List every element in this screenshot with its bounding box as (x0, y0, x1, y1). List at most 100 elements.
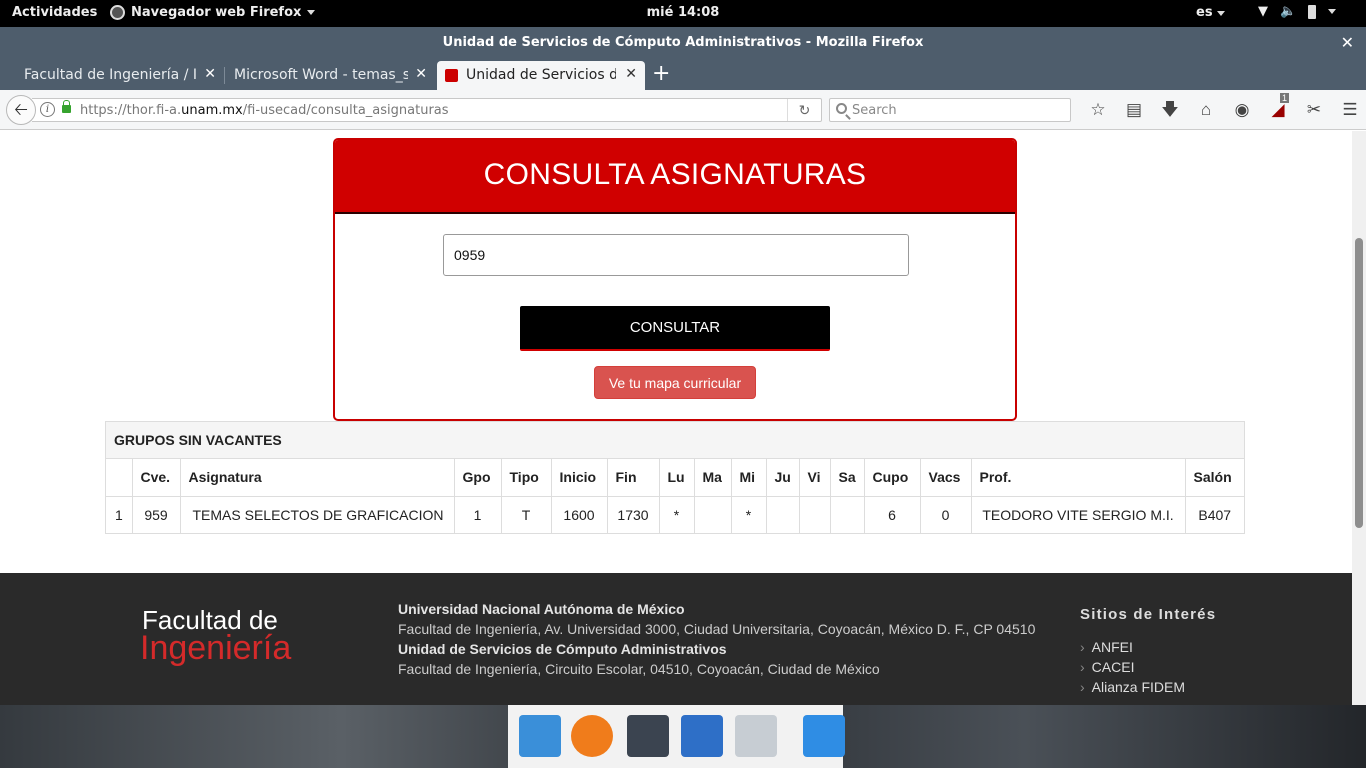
fi-logo-line2: Ingeniería (140, 629, 292, 667)
close-tab-icon[interactable]: ✕ (415, 66, 427, 82)
column-header: Asignatura (179, 459, 454, 497)
table-cell: * (730, 496, 766, 533)
nav-toolbar: i https://thor.fi-a.unam.mx/fi-usecad/co… (0, 90, 1366, 130)
site-link-anfei[interactable]: ANFEI (1080, 637, 1216, 657)
table-cell: 959 (131, 496, 180, 533)
site-footer: Facultad de Ingeniería Universidad Nacio… (0, 573, 1352, 705)
app-menu[interactable]: Navegador web Firefox (110, 5, 316, 20)
ublock-icon[interactable]: ◢ 1 (1260, 93, 1296, 121)
url-path: /fi-usecad/consulta_asignaturas (242, 103, 449, 118)
tab-label: Facultad de Ingeniería / Ingeniería (24, 67, 198, 83)
column-header: Salón (1184, 459, 1244, 497)
screenshot-icon[interactable]: ✂ (1296, 99, 1332, 121)
table-cell: 1 (115, 506, 123, 523)
close-tab-icon[interactable]: ✕ (204, 66, 216, 82)
table-cell (798, 496, 830, 533)
terminal-icon[interactable] (627, 715, 669, 757)
clock[interactable]: mié 14:08 (647, 5, 720, 20)
gnome-top-bar: Actividades Navegador web Firefox mié 14… (0, 0, 1366, 27)
unam-favicon-icon (445, 69, 458, 82)
table-cell: TEODORO VITE SERGIO M.I. (970, 496, 1185, 533)
ship-icon[interactable] (519, 715, 561, 757)
search-bar[interactable] (829, 98, 1071, 122)
wifi-icon: ▼ (1258, 4, 1268, 19)
app-menu-label: Navegador web Firefox (131, 5, 302, 20)
column-header: Tipo (500, 459, 551, 497)
consultar-button[interactable]: CONSULTAR (520, 306, 830, 351)
unam-name: Universidad Nacional Autónoma de México (398, 601, 685, 617)
close-tab-icon[interactable]: ✕ (625, 66, 637, 82)
battery-icon (1308, 4, 1317, 19)
site-link-fidem[interactable]: Alianza FIDEM (1080, 677, 1216, 697)
mapa-curricular-button[interactable]: Ve tu mapa curricular (594, 366, 756, 399)
toolbar-icons: ☆ ▤ 🡇 ⌂ ◉ ◢ 1 ✂ ☰ (1080, 93, 1366, 121)
scrollbar-thumb[interactable] (1355, 238, 1363, 528)
activities-button[interactable]: Actividades (12, 5, 97, 20)
firefox-icon[interactable] (571, 715, 613, 757)
files-icon[interactable] (735, 715, 777, 757)
column-header: Gpo (453, 459, 501, 497)
chat-icon[interactable] (681, 715, 723, 757)
lock-icon (62, 100, 71, 113)
unit-address: Facultad de Ingeniería, Circuito Escolar… (398, 661, 880, 677)
chevron-down-icon (1328, 9, 1337, 14)
system-tray[interactable]: ▼ 🔈 (1258, 4, 1337, 19)
ublock-badge: 1 (1280, 93, 1290, 103)
consulta-panel: CONSULTA ASIGNATURAS CONSULTAR Ve tu map… (333, 138, 1017, 421)
sites-title: Sitios de Interés (1080, 606, 1217, 623)
reload-icon[interactable]: ↻ (787, 99, 821, 121)
dock (0, 705, 1366, 768)
chevron-down-icon (1217, 11, 1226, 16)
grupos-heading: GRUPOS SIN VACANTES (106, 422, 1244, 459)
tab-word[interactable]: Microsoft Word - temas_selectos ✕ (225, 61, 435, 90)
tab-facultad[interactable]: Facultad de Ingeniería / Ingeniería ✕ (0, 61, 224, 90)
column-header: Vacs (919, 459, 971, 497)
tab-usecad[interactable]: Unidad de Servicios de Cómputo ✕ (437, 61, 645, 90)
window-icon[interactable] (803, 715, 845, 757)
table-cell: 6 (863, 496, 920, 533)
tab-strip: Facultad de Ingeniería / Ingeniería ✕ Mi… (0, 59, 1366, 90)
column-header: Ju (765, 459, 799, 497)
unit-name: Unidad de Servicios de Cómputo Administr… (398, 641, 727, 657)
language-selector[interactable]: es (1196, 5, 1226, 20)
footer-info: Universidad Nacional Autónoma de México … (398, 599, 1038, 679)
column-header: Fin (606, 459, 659, 497)
page-content: CONSULTA ASIGNATURAS CONSULTAR Ve tu map… (0, 131, 1352, 705)
column-header: Prof. (970, 459, 1185, 497)
tab-label: Unidad de Servicios de Cómputo (466, 67, 616, 83)
column-header: Vi (798, 459, 830, 497)
close-window-icon[interactable]: ✕ (1341, 27, 1354, 59)
info-icon[interactable]: i (40, 102, 55, 117)
pocket-icon[interactable]: ◉ (1224, 99, 1260, 121)
table-row: 1 959 TEMAS SELECTOS DE GRAFICACION 1 T … (106, 496, 1244, 533)
grupos-table: Cve. Asignatura Gpo Tipo Inicio Fin Lu M… (106, 459, 1244, 533)
url-prefix: https://thor.fi-a. (80, 103, 182, 118)
search-input[interactable] (852, 101, 1062, 119)
home-icon[interactable]: ⌂ (1188, 99, 1224, 121)
reading-list-icon[interactable]: ▤ (1116, 99, 1152, 121)
bookmark-star-icon[interactable]: ☆ (1080, 99, 1116, 121)
url-text[interactable]: https://thor.fi-a.unam.mx/fi-usecad/cons… (80, 103, 449, 118)
table-cell: * (658, 496, 694, 533)
hamburger-menu-icon[interactable]: ☰ (1332, 99, 1366, 121)
column-header: Mi (730, 459, 766, 497)
table-cell: 1730 (606, 496, 659, 533)
site-link-cacei[interactable]: CACEI (1080, 657, 1216, 677)
table-cell: 0 (919, 496, 971, 533)
new-tab-icon[interactable]: + (652, 63, 670, 85)
table-cell (693, 496, 731, 533)
back-button[interactable]: 🡠 (6, 95, 36, 125)
column-header: Sa (829, 459, 864, 497)
page-scrollbar[interactable] (1352, 131, 1366, 705)
download-icon[interactable]: 🡇 (1152, 99, 1188, 121)
column-header: Ma (693, 459, 731, 497)
url-bar[interactable]: i https://thor.fi-a.unam.mx/fi-usecad/co… (32, 98, 822, 122)
unam-address: Facultad de Ingeniería, Av. Universidad … (398, 621, 1036, 637)
table-cell: 1 (453, 496, 501, 533)
url-domain: unam.mx (181, 103, 243, 118)
column-header: Inicio (550, 459, 607, 497)
asignatura-input[interactable] (443, 234, 909, 276)
chevron-down-icon (307, 10, 316, 15)
column-header: Cve. (131, 459, 180, 497)
table-cell: TEMAS SELECTOS DE GRAFICACION (179, 496, 454, 533)
